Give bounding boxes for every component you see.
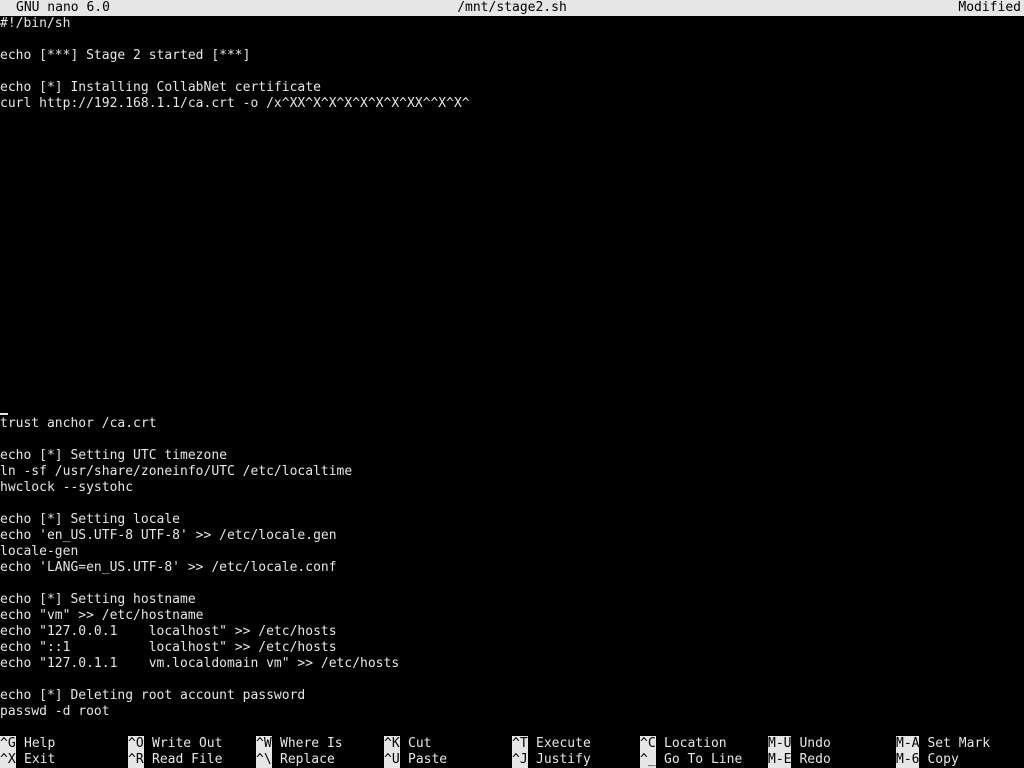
- shortcut-key: M-E: [768, 752, 792, 768]
- code-line[interactable]: echo [*] Setting locale: [0, 512, 180, 528]
- shortcut-key: ^W: [256, 736, 272, 752]
- code-line[interactable]: echo "127.0.1.1 vm.localdomain vm" >> /e…: [0, 656, 399, 672]
- shortcut-key: M-A: [896, 736, 920, 752]
- shortcut-copy[interactable]: M-6 Copy: [896, 752, 959, 768]
- shortcut-set-mark[interactable]: M-A Set Mark: [896, 736, 990, 752]
- shortcut-cut[interactable]: ^K Cut: [384, 736, 431, 752]
- shortcut-label: Cut: [408, 736, 432, 751]
- shortcut-key: M-6: [896, 752, 920, 768]
- code-line[interactable]: echo [*] Installing CollabNet certificat…: [0, 80, 321, 96]
- editor-text-area[interactable]: #!/bin/sh echo [***] Stage 2 started [**…: [0, 16, 1024, 720]
- shortcut-where-is[interactable]: ^W Where Is: [256, 736, 343, 752]
- shortcut-label: Undo: [799, 736, 831, 751]
- shortcut-label: Go To Line: [664, 752, 743, 767]
- modified-status: Modified: [958, 0, 1021, 15]
- shortcut-justify[interactable]: ^J Justify: [512, 752, 591, 768]
- shortcut-undo[interactable]: M-U Undo: [768, 736, 831, 752]
- shortcut-paste[interactable]: ^U Paste: [384, 752, 447, 768]
- shortcut-key: ^U: [384, 752, 400, 768]
- nano-title-bar: GNU nano 6.0 /mnt/stage2.sh Modified: [0, 0, 1024, 16]
- shortcut-key: ^T: [512, 736, 528, 752]
- shortcut-location[interactable]: ^C Location: [640, 736, 727, 752]
- code-line[interactable]: echo [*] Setting hostname: [0, 592, 196, 608]
- code-line[interactable]: hwclock --systohc: [0, 480, 133, 496]
- shortcut-label: Replace: [280, 752, 335, 767]
- shortcut-key: ^J: [512, 752, 528, 768]
- shortcut-exit[interactable]: ^X Exit: [0, 752, 55, 768]
- shortcut-help-bar: ^G Help ^X Exit ^O Write Out ^R Read File ^W…: [0, 736, 1024, 768]
- shortcut-key: ^O: [128, 736, 144, 752]
- shortcut-help[interactable]: ^G Help: [0, 736, 55, 752]
- shortcut-label: Help: [24, 736, 56, 751]
- shortcut-label: Read File: [152, 752, 223, 767]
- shortcut-label: Where Is: [280, 736, 343, 751]
- shortcut-label: Execute: [536, 736, 591, 751]
- shortcut-label: Redo: [799, 752, 831, 767]
- shortcut-key: ^R: [128, 752, 144, 768]
- terminal-screen: GNU nano 6.0 /mnt/stage2.sh Modified #!/…: [0, 0, 1024, 768]
- code-line[interactable]: echo "127.0.0.1 localhost" >> /etc/hosts: [0, 624, 337, 640]
- shortcut-key: ^_: [640, 752, 656, 768]
- code-line[interactable]: echo 'en_US.UTF-8 UTF-8' >> /etc/locale.…: [0, 528, 337, 544]
- shortcut-key: ^\: [256, 752, 272, 768]
- shortcut-key: ^C: [640, 736, 656, 752]
- shortcut-key: ^G: [0, 736, 16, 752]
- shortcut-read-file[interactable]: ^R Read File: [128, 752, 222, 768]
- shortcut-redo[interactable]: M-E Redo: [768, 752, 831, 768]
- shortcut-label: Exit: [24, 752, 56, 767]
- code-line[interactable]: trust anchor /ca.crt: [0, 416, 157, 432]
- shortcut-key: ^K: [384, 736, 400, 752]
- shortcut-label: Paste: [408, 752, 448, 767]
- code-line[interactable]: echo [*] Setting UTC timezone: [0, 448, 227, 464]
- shortcut-label: Copy: [927, 752, 959, 767]
- code-line[interactable]: echo [*] Deleting root account password: [0, 688, 305, 704]
- shortcut-execute[interactable]: ^T Execute: [512, 736, 591, 752]
- shortcut-key: ^X: [0, 752, 16, 768]
- shortcut-label: Justify: [536, 752, 591, 767]
- code-line[interactable]: echo [***] Stage 2 started [***]: [0, 48, 250, 64]
- code-line[interactable]: echo "::1 localhost" >> /etc/hosts: [0, 640, 337, 656]
- shortcut-label: Write Out: [152, 736, 223, 751]
- shortcut-label: Location: [664, 736, 727, 751]
- file-name: /mnt/stage2.sh: [457, 0, 567, 15]
- shortcut-key: M-U: [768, 736, 792, 752]
- code-line[interactable]: echo "vm" >> /etc/hostname: [0, 608, 204, 624]
- shortcut-label: Set Mark: [927, 736, 991, 751]
- shortcut-replace[interactable]: ^\ Replace: [256, 752, 335, 768]
- code-line[interactable]: #!/bin/sh: [0, 16, 70, 32]
- code-line[interactable]: echo 'LANG=en_US.UTF-8' >> /etc/locale.c…: [0, 560, 337, 576]
- shortcut-go-to-line[interactable]: ^_ Go To Line: [640, 752, 742, 768]
- code-line[interactable]: passwd -d root: [0, 704, 110, 720]
- text-cursor: [0, 413, 8, 415]
- code-line[interactable]: locale-gen: [0, 544, 78, 560]
- code-line[interactable]: ln -sf /usr/share/zoneinfo/UTC /etc/loca…: [0, 464, 352, 480]
- shortcut-write-out[interactable]: ^O Write Out: [128, 736, 222, 752]
- code-line[interactable]: curl http://192.168.1.1/ca.crt -o /x^XX^…: [0, 96, 470, 112]
